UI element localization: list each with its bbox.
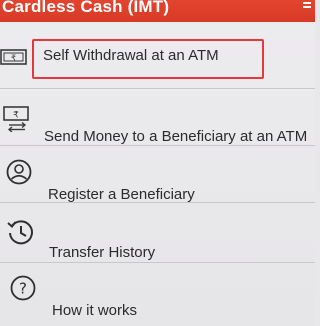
more-menu-icon[interactable] — [303, 2, 311, 12]
menu-item-self-withdrawal[interactable]: ₹ Self Withdrawal at an ATM — [0, 22, 315, 82]
menu-item-how-it-works[interactable]: ? How it works — [0, 263, 315, 326]
app-bar: Cardless Cash (IMT) — [0, 0, 315, 22]
menu-item-label: Send Money to a Beneficiary at an ATM — [44, 128, 308, 145]
svg-text:₹: ₹ — [13, 111, 19, 121]
help-circle-icon: ? — [10, 275, 36, 301]
cardless-cash-menu: ₹ Self Withdrawal at an ATM ₹ Send Money… — [0, 22, 315, 326]
menu-item-label: Transfer History — [49, 244, 156, 261]
menu-item-register-beneficiary[interactable]: Register a Beneficiary — [0, 146, 315, 203]
menu-item-label: Self Withdrawal at an ATM — [43, 47, 219, 64]
menu-item-send-money[interactable]: ₹ Send Money to a Beneficiary at an ATM — [0, 89, 315, 145]
page-title: Cardless Cash (IMT) — [2, 0, 170, 16]
menu-item-label: Register a Beneficiary — [48, 186, 195, 203]
menu-item-label: How it works — [52, 302, 138, 319]
money-transfer-icon: ₹ — [3, 106, 29, 132]
svg-text:₹: ₹ — [11, 54, 16, 63]
menu-item-transfer-history[interactable]: Transfer History — [0, 203, 315, 261]
history-clock-icon — [7, 220, 33, 245]
svg-text:?: ? — [19, 280, 27, 298]
user-circle-icon — [6, 159, 32, 185]
cash-note-icon: ₹ — [0, 49, 27, 65]
